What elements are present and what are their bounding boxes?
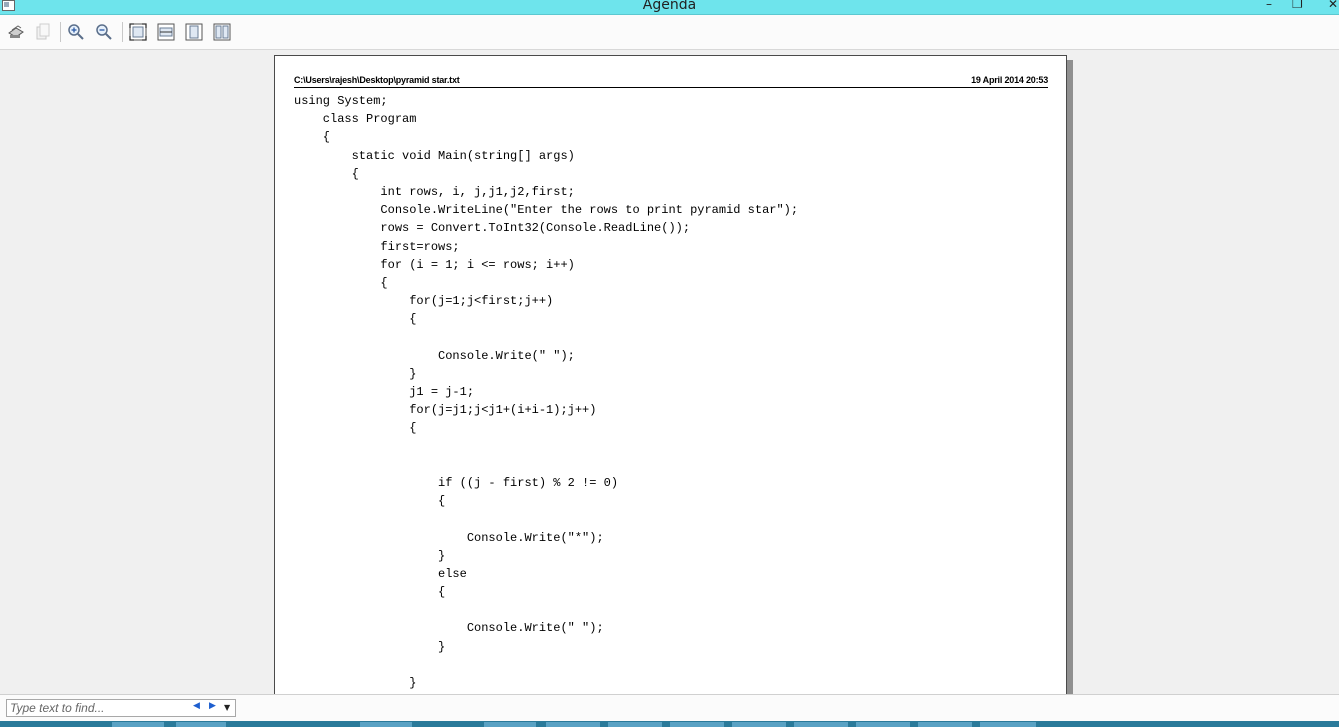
taskbar [0, 721, 1339, 727]
code-line: { [294, 585, 446, 600]
toolbar [0, 15, 1339, 50]
fit-width-button[interactable] [156, 22, 176, 42]
zoom-in-button[interactable] [66, 22, 86, 42]
code-line: first=rows; [294, 239, 460, 254]
code-line: { [294, 312, 417, 327]
zoom-out-button[interactable] [94, 22, 114, 42]
copy-icon [36, 23, 50, 40]
code-line: { [294, 494, 446, 509]
print-icon [8, 25, 24, 38]
code-line: { [294, 130, 331, 145]
print-date: 19 April 2014 20:53 [971, 75, 1048, 85]
taskbar-item[interactable] [980, 722, 1036, 727]
code-line: if ((j - first) % 2 != 0) [294, 475, 619, 490]
code-line: Console.Write("*"); [294, 530, 604, 545]
single-page-button[interactable] [184, 22, 204, 42]
taskbar-item[interactable] [670, 722, 724, 727]
fit-page-icon [129, 23, 147, 41]
code-line: else [294, 566, 467, 581]
code-line: for(j=j1;j<j1+(i+i-1);j++) [294, 403, 597, 418]
page-header: C:\Users\rajesh\Desktop\pyramid star.txt… [294, 74, 1048, 88]
taskbar-item[interactable] [176, 722, 226, 727]
find-next-button[interactable]: ▶ [209, 701, 216, 711]
code-line: using System; [294, 94, 388, 108]
close-button[interactable]: ✕ [1328, 0, 1338, 11]
taskbar-item[interactable] [608, 722, 662, 727]
code-line: j1 = j-1; [294, 385, 475, 399]
file-path: C:\Users\rajesh\Desktop\pyramid star.txt [294, 75, 460, 85]
code-line: static void Main(string[] args) [294, 148, 575, 163]
fit-width-icon [157, 23, 175, 41]
code-line: } [294, 676, 417, 690]
code-line: int rows, i, j,j1,j2,first; [294, 184, 575, 199]
find-options-button[interactable]: ▼ [224, 703, 230, 712]
single-page-icon [185, 23, 203, 41]
toolbar-separator [122, 22, 123, 42]
two-pages-icon [213, 23, 231, 41]
maximize-button[interactable]: ❐ [1292, 0, 1303, 11]
code-line: { [294, 421, 417, 436]
find-bar: ◀ ▶ ▼ [0, 694, 1339, 722]
code-line: rows = Convert.ToInt32(Console.ReadLine(… [294, 221, 691, 236]
taskbar-item[interactable] [546, 722, 600, 727]
window-title: Agenda [642, 0, 697, 13]
code-line: for (i = 1; i <= rows; i++) [294, 257, 575, 272]
code-block: using System; class Program { static voi… [294, 92, 798, 692]
minimize-button[interactable]: – [1266, 0, 1272, 11]
taskbar-item[interactable] [856, 722, 910, 727]
code-line: for(j=1;j<first;j++) [294, 294, 554, 309]
find-box: ◀ ▶ ▼ [6, 699, 236, 717]
taskbar-item[interactable] [794, 722, 848, 727]
find-input[interactable] [10, 701, 185, 715]
code-line: } [294, 548, 446, 563]
code-line: Console.Write(" "); [294, 348, 575, 363]
code-line: { [294, 166, 359, 181]
title-bar: Agenda – ❐ ✕ [0, 0, 1339, 15]
taskbar-item[interactable] [918, 722, 972, 727]
fit-page-button[interactable] [128, 22, 148, 42]
taskbar-item[interactable] [732, 722, 786, 727]
code-line: Console.WriteLine("Enter the rows to pri… [294, 203, 799, 218]
code-line: } [294, 366, 417, 381]
zoom-out-icon [96, 24, 112, 40]
find-previous-button[interactable]: ◀ [193, 701, 200, 711]
zoom-in-icon [68, 24, 84, 40]
document-page: C:\Users\rajesh\Desktop\pyramid star.txt… [274, 55, 1067, 694]
code-line: { [294, 275, 388, 290]
code-line: } [294, 639, 446, 654]
taskbar-item[interactable] [360, 722, 412, 727]
two-pages-button[interactable] [212, 22, 232, 42]
taskbar-item[interactable] [112, 722, 164, 727]
code-line: Console.Write(" "); [294, 621, 604, 636]
copy-button[interactable] [33, 22, 53, 42]
preview-area[interactable]: C:\Users\rajesh\Desktop\pyramid star.txt… [0, 50, 1339, 694]
code-line: class Program [294, 112, 417, 127]
print-button[interactable] [6, 22, 26, 42]
taskbar-item[interactable] [484, 722, 536, 727]
toolbar-separator [60, 22, 61, 42]
